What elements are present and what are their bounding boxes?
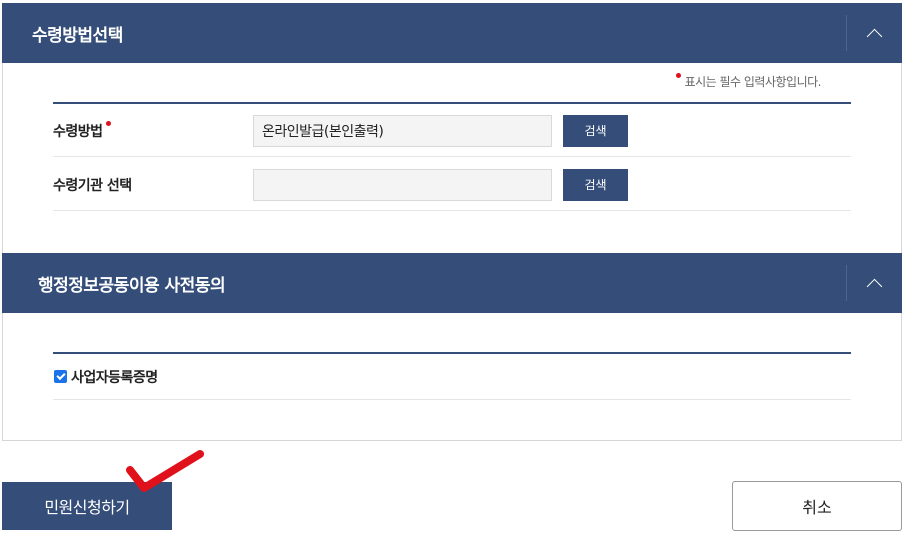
form-row-receipt-method: 수령방법 온라인발급(본인출력) 검색 [53,105,851,157]
chevron-up-icon [866,278,883,294]
consent-checkbox[interactable] [54,370,67,383]
chevron-up-icon [866,28,883,44]
section-title: 수령방법선택 [32,25,123,46]
required-dot-icon [105,120,111,126]
required-dot-icon [675,73,681,78]
search-button[interactable]: 검색 [563,168,628,201]
consent-row: 사업자등록증명 [53,354,851,400]
field-label: 수령방법 [53,120,253,141]
form-row-receipt-agency: 수령기관 선택 검색 [53,159,851,211]
receipt-method-field[interactable]: 온라인발급(본인출력) [253,114,552,147]
required-note: 표시는 필수 입력사항입니다. [675,73,822,90]
search-button[interactable]: 검색 [563,114,628,147]
collapse-toggle-button[interactable] [846,15,902,51]
cancel-button[interactable]: 취소 [732,481,902,531]
annotation-checkmark-icon [126,450,204,492]
section-title: 행정정보공동이용 사전동의 [38,275,226,296]
section-body-consent: 사업자등록증명 [2,313,902,441]
section-body-receipt-method: 표시는 필수 입력사항입니다. 수령방법 온라인발급(본인출력) 검색 수령기관… [2,63,902,253]
field-label: 수령기관 선택 [53,177,132,194]
table-top-border [53,102,851,104]
collapse-toggle-button[interactable] [846,265,902,301]
consent-checkbox-label[interactable]: 사업자등록증명 [71,367,158,387]
section-header-consent: 행정정보공동이용 사전동의 [2,253,902,313]
section-header-receipt-method: 수령방법선택 [2,3,902,63]
receipt-agency-field[interactable] [253,168,552,201]
